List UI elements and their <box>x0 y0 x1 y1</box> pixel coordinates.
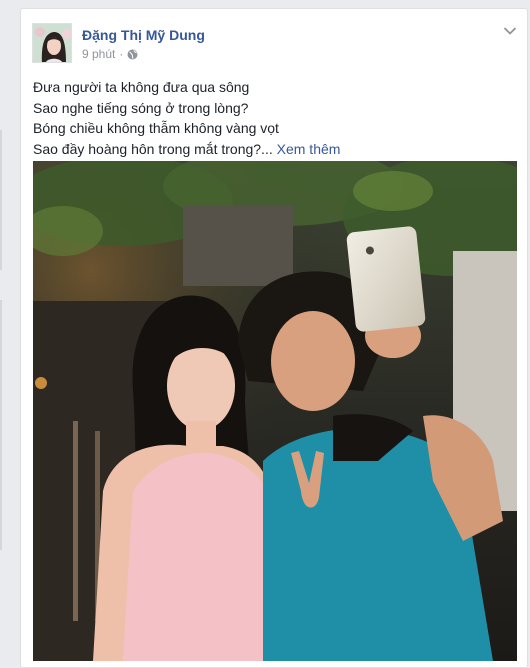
post-timestamp[interactable]: 9 phút <box>82 47 115 61</box>
left-column-edge <box>0 0 6 649</box>
meta-separator: · <box>119 47 124 61</box>
post-line: Sao nghe tiếng sóng ở trong lòng? <box>33 99 249 116</box>
globe-icon[interactable] <box>127 49 138 60</box>
see-more-link[interactable]: Xem thêm <box>277 141 341 157</box>
post-photo[interactable] <box>33 161 517 661</box>
post-meta: 9 phút · <box>82 47 138 61</box>
post-line: Bóng chiều không thẫm không vàng vọt <box>33 120 279 136</box>
author-avatar[interactable] <box>32 23 72 63</box>
post-last-line: Sao đầy hoàng hôn trong mắt trong?... Xe… <box>33 139 513 160</box>
post-line: Đưa người ta không đưa qua sông <box>33 79 250 95</box>
post-message: Đưa người ta không đưa qua sông Sao nghe… <box>33 77 513 159</box>
author-name[interactable]: Đặng Thị Mỹ Dung <box>82 27 205 43</box>
left-column-divider <box>0 300 2 550</box>
post-line: Sao đầy hoàng hôn trong mắt trong?... <box>33 140 273 157</box>
post-card: Đặng Thị Mỹ Dung 9 phút · Đưa người ta k… <box>20 8 528 668</box>
left-column-divider <box>0 130 2 270</box>
chevron-down-icon[interactable] <box>503 23 517 35</box>
